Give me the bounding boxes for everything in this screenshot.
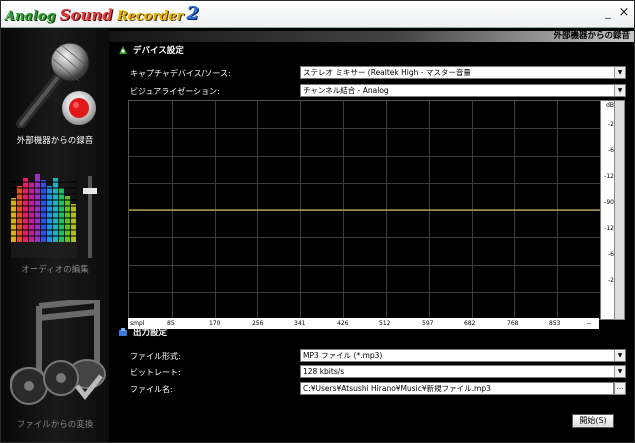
chevron-down-icon: ▼ xyxy=(614,366,625,377)
chevron-down-icon: ▼ xyxy=(614,350,625,361)
sidebar: 外部機器からの録音 オーディオの編集 ファイルからの変換 xyxy=(1,28,109,442)
waveform-grid xyxy=(129,101,600,319)
x-tick: 597 xyxy=(422,320,434,327)
x-tick: 85 xyxy=(167,320,175,327)
minimize-button[interactable]: _ xyxy=(602,7,614,19)
filename-label: ファイル名: xyxy=(130,385,173,394)
sidebar-item-edit[interactable]: オーディオの編集 xyxy=(1,168,109,278)
db-tick: -12 xyxy=(604,225,614,232)
x-tick: 768 xyxy=(507,320,519,327)
x-tick: 341 xyxy=(294,320,306,327)
app-window: Analog Sound Recorder 2 _ × 外部機器からの録音 オー… xyxy=(0,0,635,443)
logo-word: Recorder xyxy=(116,9,184,24)
microphone-icon xyxy=(16,42,96,128)
file-format-label: ファイル形式: xyxy=(130,352,181,361)
filename-input[interactable]: C:¥Users¥Atsushi Hirano¥Music¥新規ファイル.mp3 xyxy=(300,382,614,395)
capture-device-select[interactable]: ステレオ ミキサー (Realtek High - マスター音量 ▼ xyxy=(300,66,626,79)
close-button[interactable]: × xyxy=(618,6,630,19)
visualizer-scrollbar[interactable] xyxy=(614,100,625,320)
x-axis-label: smpl xyxy=(130,320,145,327)
x-tick: 853 xyxy=(549,320,561,327)
x-tick: 426 xyxy=(337,320,349,327)
x-tick: 512 xyxy=(379,320,391,327)
music-note-icon xyxy=(10,300,106,405)
logo-word: 2 xyxy=(186,3,200,24)
bitrate-label: ビットレート: xyxy=(130,368,181,377)
equalizer-icon xyxy=(11,174,97,258)
title-bar: Analog Sound Recorder 2 _ × xyxy=(1,1,634,28)
x-tick: -- xyxy=(587,320,592,327)
chevron-down-icon: ▼ xyxy=(614,67,625,78)
waveform-visualizer xyxy=(128,100,601,320)
sidebar-item-label: オーディオの編集 xyxy=(21,265,89,275)
db-label: dB xyxy=(606,102,614,109)
page-title: 外部機器からの録音 xyxy=(553,31,630,41)
output-icon xyxy=(119,328,127,336)
start-button[interactable]: 開始(S) xyxy=(572,414,614,428)
visualization-select[interactable]: チャンネル結合 - Analog ▼ xyxy=(300,84,626,97)
capture-device-label: キャプチャデバイス/ソース: xyxy=(130,69,231,78)
file-format-select[interactable]: MP3 ファイル (*.mp3) ▼ xyxy=(300,349,626,362)
app-logo: Analog Sound Recorder 2 xyxy=(5,3,200,24)
db-tick: -90 xyxy=(604,199,614,206)
visualization-label: ビジュアライゼーション: xyxy=(130,87,220,96)
logo-word: Analog xyxy=(5,9,56,24)
output-section-title: 出力設定 xyxy=(119,327,167,339)
sidebar-item-convert[interactable]: ファイルからの変換 xyxy=(1,300,109,435)
sidebar-item-label: ファイルからの変換 xyxy=(16,420,94,430)
chevron-down-icon: ▼ xyxy=(614,85,625,96)
header-bar: 外部機器からの録音 xyxy=(109,31,634,42)
x-tick: 170 xyxy=(209,320,221,327)
main-panel: 外部機器からの録音 デバイス設定 キャプチャデバイス/ソース: ステレオ ミキサ… xyxy=(109,28,634,442)
sidebar-item-record[interactable]: 外部機器からの録音 xyxy=(1,28,109,150)
bitrate-select[interactable]: 128 kbits/s ▼ xyxy=(300,365,626,378)
x-tick: 682 xyxy=(464,320,476,327)
sidebar-item-label: 外部機器からの録音 xyxy=(16,136,94,146)
db-tick: -12 xyxy=(604,173,614,180)
settings-icon xyxy=(119,46,127,54)
browse-button[interactable]: ... xyxy=(614,382,626,395)
device-section-title: デバイス設定 xyxy=(119,45,184,57)
logo-word: Sound xyxy=(59,6,113,24)
sample-axis: smpl 85 170 256 341 426 512 597 682 768 … xyxy=(128,318,599,329)
x-tick: 256 xyxy=(252,320,264,327)
